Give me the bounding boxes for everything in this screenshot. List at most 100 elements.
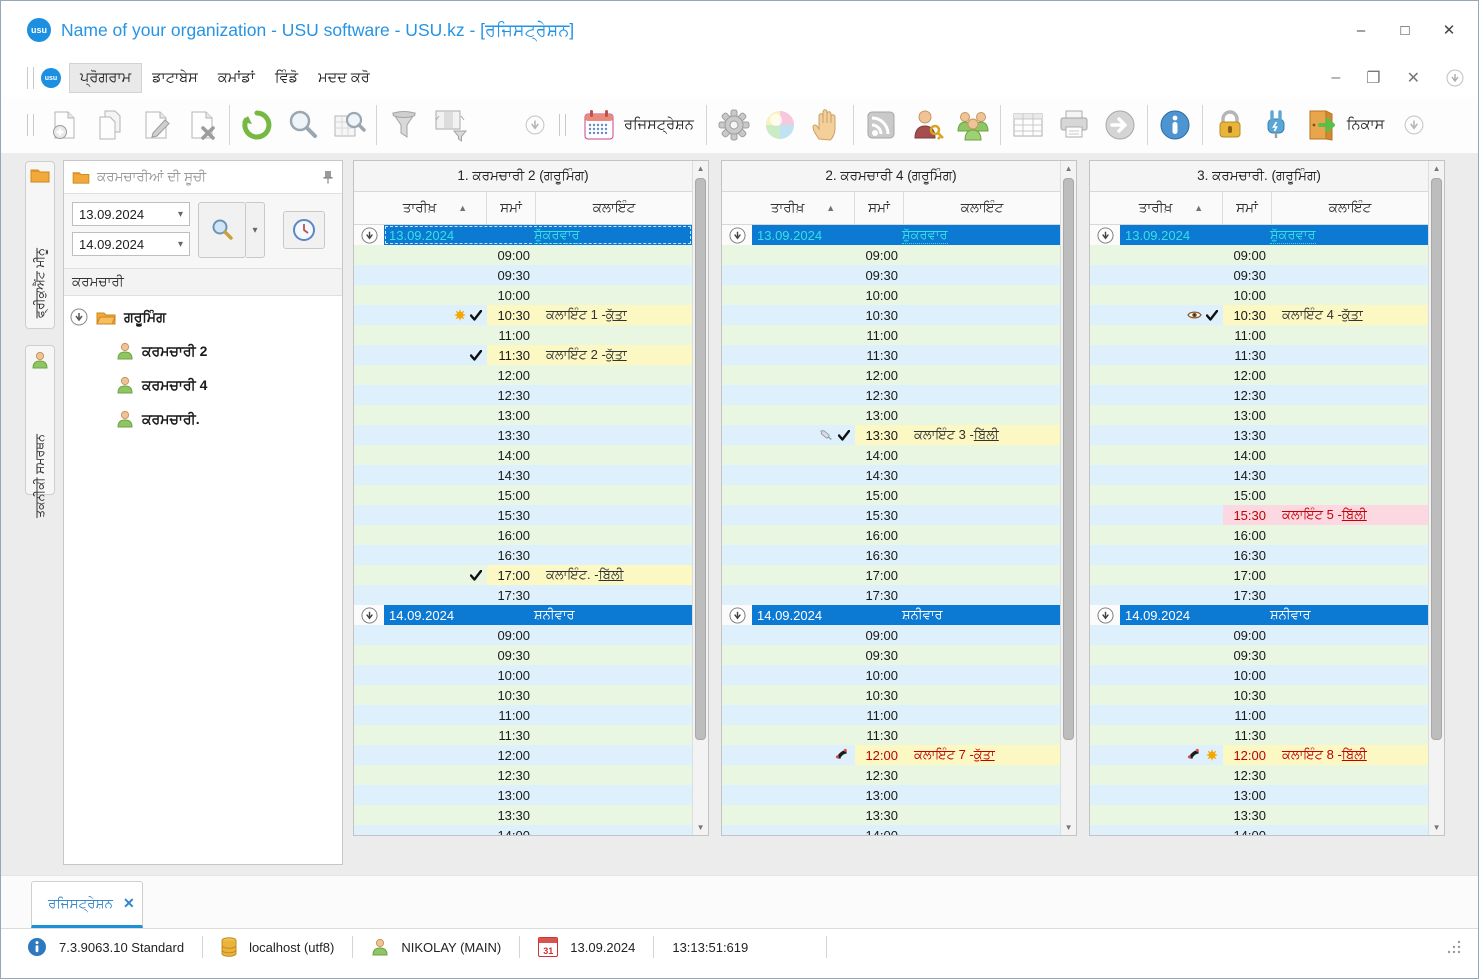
pin-icon[interactable]	[322, 170, 334, 184]
time-slot-row[interactable]: 14:00	[722, 825, 1061, 835]
edit-record-button[interactable]	[133, 102, 179, 148]
appointment-row[interactable]: 10:30 ਕਲਾਇੰਟ 4 - ਕੁੱਤਾ	[1090, 305, 1429, 325]
appointment-row[interactable]: 11:30 ਕਲਾਇੰਟ 2 - ਕੁੱਤਾ	[354, 345, 693, 365]
date-group-row[interactable]: 13.09.2024 ਸ਼ੁੱਕਰਵਾਰ	[722, 225, 1061, 245]
column-header-time[interactable]: ਸਮਾਂ	[1223, 192, 1272, 224]
appointment-row[interactable]: 13:30 ਕਲਾਇੰਟ 3 - ਬਿੱਲੀ	[722, 425, 1061, 445]
user-access-button[interactable]	[904, 102, 950, 148]
chevron-down-circle-icon[interactable]	[1446, 69, 1464, 87]
tree-item-employee-dot[interactable]: ਕਰਮਚਾਰੀ.	[116, 410, 336, 428]
time-slot-row[interactable]: 09:00	[722, 245, 1061, 265]
time-slot-row[interactable]: 10:30	[354, 685, 693, 705]
mdi-minimize-button[interactable]: –	[1331, 69, 1340, 87]
time-slot-row[interactable]: 13:00	[354, 405, 693, 425]
menu-window[interactable]: ਵਿੰਡੋ	[265, 64, 308, 92]
pet-type-link[interactable]: ਕੁੱਤਾ	[1342, 307, 1363, 323]
time-slot-row[interactable]: 13:30	[1090, 425, 1429, 445]
time-button[interactable]	[283, 211, 325, 249]
time-slot-row[interactable]: 13:30	[354, 805, 693, 825]
time-slot-row[interactable]: 16:30	[722, 545, 1061, 565]
time-slot-row[interactable]: 10:30	[722, 685, 1061, 705]
time-slot-row[interactable]: 11:30	[722, 345, 1061, 365]
appointment-row[interactable]: 12:00 ਕਲਾਇੰਟ 7 - ਕੁੱਤਾ	[722, 745, 1061, 765]
mdi-restore-button[interactable]: ❐	[1366, 68, 1380, 88]
time-slot-row[interactable]: 13:00	[1090, 405, 1429, 425]
time-slot-row[interactable]: 12:00	[354, 365, 693, 385]
date-group-row[interactable]: 14.09.2024 ਸ਼ਨੀਵਾਰ	[722, 605, 1061, 625]
menu-commands[interactable]: ਕਮਾਂਡਾਂ	[208, 64, 265, 92]
refresh-button[interactable]	[234, 102, 280, 148]
time-slot-row[interactable]: 11:30	[354, 725, 693, 745]
collapse-circle-icon[interactable]	[360, 226, 378, 244]
close-button[interactable]: ✕	[1434, 18, 1464, 42]
user-groups-button[interactable]	[950, 102, 996, 148]
time-slot-row[interactable]: 17:30	[722, 585, 1061, 605]
registration-view-button[interactable]	[576, 102, 622, 148]
time-slot-row[interactable]: 14:30	[722, 465, 1061, 485]
tree-column-header[interactable]: ਕਰਮਚਾਰੀ	[64, 269, 342, 296]
time-slot-row[interactable]: 11:00	[1090, 325, 1429, 345]
search-options-dropdown[interactable]: ▾	[246, 202, 265, 258]
time-slot-row[interactable]: 17:00	[1090, 565, 1429, 585]
column-header-date[interactable]: ਤਾਰੀਖ਼ ▲	[354, 192, 487, 224]
time-slot-row[interactable]: 11:30	[1090, 725, 1429, 745]
table-view-button[interactable]	[1005, 102, 1051, 148]
maximize-button[interactable]: □	[1390, 18, 1420, 42]
time-slot-row[interactable]: 14:00	[354, 445, 693, 465]
time-slot-row[interactable]: 10:00	[722, 285, 1061, 305]
appointment-row[interactable]: 15:30 ਕਲਾਇੰਟ 5 - ਬਿੱਲੀ	[1090, 505, 1429, 525]
time-slot-row[interactable]: 11:00	[354, 705, 693, 725]
time-slot-row[interactable]: 15:00	[722, 485, 1061, 505]
time-slot-row[interactable]: 10:00	[722, 665, 1061, 685]
time-slot-row[interactable]: 09:30	[354, 645, 693, 665]
side-tab-frequent-menu[interactable]: ਫ੍ਰੀਕੁਐਂਟ ਮੀਨੂ	[25, 161, 55, 329]
pet-type-link[interactable]: ਕੁੱਤਾ	[606, 307, 627, 323]
time-slot-row[interactable]: 09:00	[354, 245, 693, 265]
column-header-date[interactable]: ਤਾਰੀਖ਼ ▲	[722, 192, 855, 224]
pet-type-link[interactable]: ਬਿੱਲੀ	[1342, 747, 1367, 763]
time-slot-row[interactable]: 09:30	[1090, 645, 1429, 665]
vertical-scrollbar[interactable]: ▲ ▼	[1060, 161, 1076, 835]
time-slot-row[interactable]: 09:30	[722, 645, 1061, 665]
time-slot-row[interactable]: 09:00	[1090, 245, 1429, 265]
date-from-select[interactable]: 13.09.2024 ▾	[72, 202, 190, 226]
go-button[interactable]	[1097, 102, 1143, 148]
time-slot-row[interactable]: 11:00	[722, 325, 1061, 345]
time-slot-row[interactable]: 15:30	[722, 505, 1061, 525]
date-group-row[interactable]: 13.09.2024 ਸ਼ੁੱਕਰਵਾਰ	[1090, 225, 1429, 245]
time-slot-row[interactable]: 13:00	[1090, 785, 1429, 805]
advanced-search-button[interactable]	[326, 102, 372, 148]
collapse-circle-icon[interactable]	[1096, 606, 1114, 624]
time-slot-row[interactable]: 13:00	[722, 405, 1061, 425]
pet-type-link[interactable]: ਬਿੱਲੀ	[1342, 507, 1367, 523]
copy-record-button[interactable]	[87, 102, 133, 148]
vertical-scrollbar[interactable]: ▲ ▼	[692, 161, 708, 835]
tab-registration[interactable]: ਰਜਿਸਟ੍ਰੇਸ਼ਨ ✕	[31, 881, 143, 928]
time-slot-row[interactable]: 09:00	[1090, 625, 1429, 645]
time-slot-row[interactable]: 13:00	[354, 785, 693, 805]
menu-program[interactable]: ਪ੍ਰੋਗਰਾਮ	[69, 63, 143, 93]
time-slot-row[interactable]: 17:30	[1090, 585, 1429, 605]
time-slot-row[interactable]: 16:00	[354, 525, 693, 545]
time-slot-row[interactable]: 16:30	[1090, 545, 1429, 565]
collapse-circle-icon[interactable]	[1096, 226, 1114, 244]
time-slot-row[interactable]: 10:00	[1090, 285, 1429, 305]
time-slot-row[interactable]: 09:30	[354, 265, 693, 285]
tree-group-grooming[interactable]: ਗਰੂਮਿੰਗ	[70, 308, 336, 326]
time-slot-row[interactable]: 10:00	[354, 285, 693, 305]
settings-button[interactable]	[711, 102, 757, 148]
connection-button[interactable]	[1253, 102, 1299, 148]
time-slot-row[interactable]: 10:00	[354, 665, 693, 685]
time-slot-row[interactable]: 15:00	[1090, 485, 1429, 505]
date-group-row[interactable]: 13.09.2024 ਸ਼ੁੱਕਰਵਾਰ	[354, 225, 693, 245]
exit-button[interactable]	[1299, 102, 1345, 148]
tree-item-employee2[interactable]: ਕਰਮਚਾਰੀ 2	[116, 342, 336, 360]
pet-type-link[interactable]: ਬਿੱਲੀ	[599, 567, 624, 583]
time-slot-row[interactable]: 14:00	[1090, 825, 1429, 835]
time-slot-row[interactable]: 14:30	[354, 465, 693, 485]
mdi-close-button[interactable]: ✕	[1407, 68, 1420, 88]
time-slot-row[interactable]: 09:00	[354, 625, 693, 645]
appointment-row[interactable]: 10:30 ਕਲਾਇੰਟ 1 - ਕੁੱਤਾ	[354, 305, 693, 325]
time-slot-row[interactable]: 12:30	[1090, 765, 1429, 785]
time-slot-row[interactable]: 14:00	[1090, 445, 1429, 465]
